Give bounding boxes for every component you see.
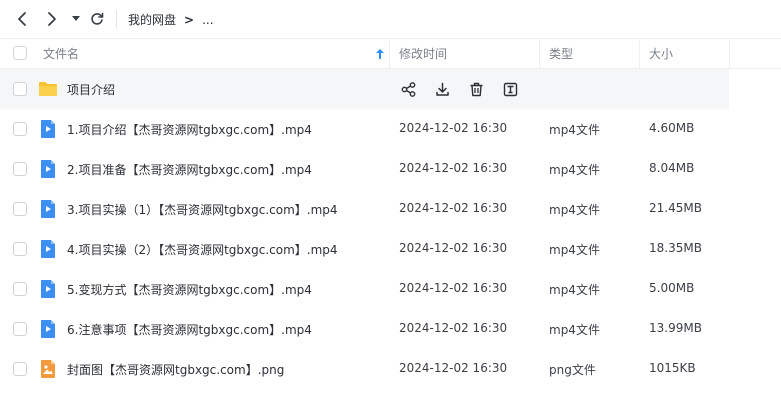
video-file-icon — [41, 320, 55, 338]
row-checkbox[interactable] — [13, 162, 27, 176]
column-header-size-label: 大小 — [649, 47, 674, 61]
breadcrumb-separator: > — [184, 12, 195, 27]
file-size: 4.60MB — [649, 121, 695, 135]
file-size: 1015KB — [649, 361, 696, 375]
table-row[interactable]: 1.项目介绍【杰哥资源网tgbxgc.com】.mp4 2024-12-02 16… — [0, 109, 781, 149]
file-name[interactable]: 1.项目介绍【杰哥资源网tgbxgc.com】.mp4 — [67, 121, 312, 138]
column-header-type[interactable]: 类型 — [549, 39, 573, 68]
file-modified-time: 2024-12-02 16:30 — [399, 241, 508, 255]
folder-icon — [39, 82, 57, 96]
sort-ascending-button[interactable] — [376, 39, 384, 68]
row-checkbox[interactable] — [13, 362, 27, 376]
column-header-name[interactable]: 文件名 — [43, 39, 79, 68]
file-name[interactable]: 5.变现方式【杰哥资源网tgbxgc.com】.mp4 — [67, 281, 312, 298]
row-checkbox[interactable] — [13, 322, 27, 336]
caret-down-icon — [72, 16, 80, 21]
top-navigation-bar: 我的网盘 > ... — [0, 0, 781, 38]
history-dropdown-button[interactable] — [69, 8, 83, 30]
delete-icon — [470, 82, 482, 96]
back-button[interactable] — [12, 8, 32, 30]
file-name[interactable]: 2.项目准备【杰哥资源网tgbxgc.com】.mp4 — [67, 161, 312, 178]
video-file-icon — [41, 120, 55, 138]
folder-name[interactable]: 项目介绍 — [67, 81, 115, 98]
row-checkbox[interactable] — [13, 82, 27, 96]
share-button[interactable] — [399, 80, 417, 98]
share-icon — [401, 81, 415, 97]
video-file-icon — [41, 280, 55, 298]
chevron-left-icon — [18, 12, 26, 26]
file-size: 21.45MB — [649, 201, 702, 215]
row-checkbox[interactable] — [13, 282, 27, 296]
select-all-checkbox[interactable] — [13, 46, 27, 60]
row-checkbox[interactable] — [13, 242, 27, 256]
video-file-icon — [41, 200, 55, 218]
column-divider — [539, 39, 540, 68]
download-button[interactable] — [433, 80, 451, 98]
chevron-right-icon — [48, 12, 56, 26]
download-icon — [435, 82, 449, 96]
image-file-icon — [41, 360, 55, 378]
row-checkbox[interactable] — [13, 202, 27, 216]
column-header-size[interactable]: 大小 — [649, 39, 673, 68]
refresh-icon — [91, 12, 104, 25]
forward-button[interactable] — [42, 8, 62, 30]
file-modified-time: 2024-12-02 16:30 — [399, 201, 508, 215]
file-type: mp4文件 — [549, 203, 600, 217]
column-header-modified-label: 修改时间 — [399, 47, 448, 61]
table-row[interactable]: 4.项目实操（2）【杰哥资源网tgbxgc.com】.mp4 2024-12-02… — [0, 229, 781, 269]
video-file-icon — [41, 240, 55, 258]
row-actions — [399, 80, 535, 98]
file-type: mp4文件 — [549, 163, 600, 177]
row-checkbox[interactable] — [13, 122, 27, 136]
file-modified-time: 2024-12-02 16:30 — [399, 321, 508, 335]
column-header-name-label: 文件名 — [43, 47, 80, 61]
file-size: 5.00MB — [649, 281, 695, 295]
file-type: png文件 — [549, 363, 596, 377]
delete-button[interactable] — [467, 80, 485, 98]
file-list-header: 文件名 修改时间 类型 大小 — [0, 38, 781, 69]
file-type: mp4文件 — [549, 283, 600, 297]
column-header-modified[interactable]: 修改时间 — [399, 39, 447, 68]
breadcrumb-more[interactable]: ... — [202, 13, 213, 27]
column-divider — [389, 39, 390, 68]
file-modified-time: 2024-12-02 16:30 — [399, 161, 508, 175]
refresh-button[interactable] — [87, 8, 107, 30]
table-row[interactable]: 5.变现方式【杰哥资源网tgbxgc.com】.mp4 2024-12-02 16… — [0, 269, 781, 309]
file-type: mp4文件 — [549, 243, 600, 257]
file-modified-time: 2024-12-02 16:30 — [399, 281, 508, 295]
file-type: mp4文件 — [549, 123, 600, 137]
table-row[interactable]: 3.项目实操（1）【杰哥资源网tgbxgc.com】.mp4 2024-12-02… — [0, 189, 781, 229]
file-name[interactable]: 3.项目实操（1）【杰哥资源网tgbxgc.com】.mp4 — [67, 201, 338, 218]
breadcrumb: 我的网盘 > ... — [128, 11, 214, 28]
column-divider — [729, 39, 730, 68]
column-header-type-label: 类型 — [549, 47, 574, 61]
file-size: 13.99MB — [649, 321, 702, 335]
column-divider — [639, 39, 640, 68]
rename-icon — [503, 82, 517, 96]
file-name[interactable]: 6.注意事项【杰哥资源网tgbxgc.com】.mp4 — [67, 321, 312, 338]
table-row[interactable]: 2.项目准备【杰哥资源网tgbxgc.com】.mp4 2024-12-02 16… — [0, 149, 781, 189]
sort-up-arrow-icon — [376, 48, 384, 59]
toolbar-divider — [116, 10, 117, 28]
table-row-folder[interactable]: 项目介绍 — [0, 69, 729, 109]
file-size: 18.35MB — [649, 241, 702, 255]
file-modified-time: 2024-12-02 16:30 — [399, 121, 508, 135]
table-row[interactable]: 封面图【杰哥资源网tgbxgc.com】.png 2024-12-02 16:30… — [0, 349, 781, 389]
file-name[interactable]: 4.项目实操（2）【杰哥资源网tgbxgc.com】.mp4 — [67, 241, 338, 258]
breadcrumb-root[interactable]: 我的网盘 — [128, 11, 176, 28]
file-size: 8.04MB — [649, 161, 695, 175]
table-row[interactable]: 6.注意事项【杰哥资源网tgbxgc.com】.mp4 2024-12-02 16… — [0, 309, 781, 349]
video-file-icon — [41, 160, 55, 178]
file-name[interactable]: 封面图【杰哥资源网tgbxgc.com】.png — [67, 361, 284, 378]
file-type: mp4文件 — [549, 323, 600, 337]
rename-button[interactable] — [501, 80, 519, 98]
file-modified-time: 2024-12-02 16:30 — [399, 361, 508, 375]
